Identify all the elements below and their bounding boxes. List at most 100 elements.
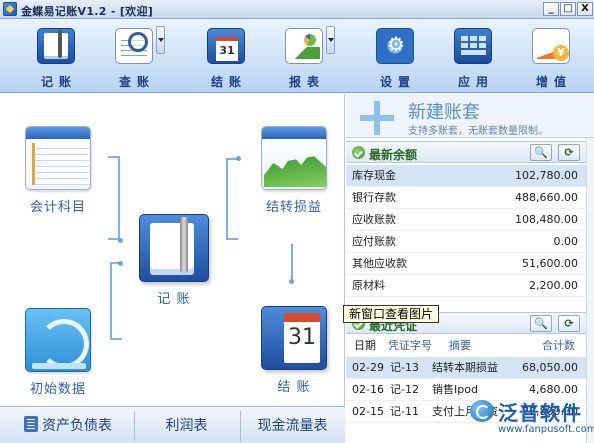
balance-account: 应付账款 bbox=[352, 235, 396, 248]
balance-account: 库存现金 bbox=[352, 169, 396, 182]
new-book-title: 新建账套 bbox=[408, 102, 480, 123]
balances-header: 最新余额 🔍 ⟳ bbox=[346, 141, 594, 163]
chazhang-dropdown-caret[interactable] bbox=[156, 26, 165, 54]
toolbar-yingyong-label: 应用 bbox=[457, 75, 494, 89]
balance-account: 应收账款 bbox=[352, 213, 396, 226]
toolbar-shezhi-label: 设置 bbox=[379, 75, 416, 89]
flow-node-jizhang[interactable]: 记 账 bbox=[134, 214, 214, 307]
tab-income-statement[interactable]: 利润表 bbox=[134, 411, 238, 441]
report-chart-icon bbox=[285, 28, 323, 64]
col-date: 日期 bbox=[354, 339, 376, 352]
brand-watermark: 泛普软件 www.fanpusoft.com bbox=[470, 394, 594, 443]
flow-node-jiezhang-label: 结 账 bbox=[277, 380, 311, 395]
brand-name: 泛普软件 bbox=[498, 401, 582, 425]
main-toolbar: 记账 查账 结账 报表 设置 应用 增值 bbox=[0, 19, 594, 93]
vouchers-search-button[interactable]: 🔍 bbox=[530, 315, 552, 332]
balances-refresh-button[interactable]: ⟳ bbox=[558, 144, 580, 161]
ledger-pen-icon bbox=[139, 214, 209, 282]
balance-value: 51,600.00 bbox=[522, 257, 578, 270]
calendar-icon: 31 bbox=[261, 306, 327, 370]
toolbar-jizhang-button[interactable]: 记账 bbox=[23, 25, 89, 89]
calendar-icon bbox=[207, 28, 245, 64]
growth-yen-icon bbox=[532, 28, 570, 64]
workflow-panel: 会计科目 结转损益 记 账 初始数据 31 结 账 bbox=[0, 94, 345, 406]
toolbar-jiezhang-label: 结账 bbox=[210, 75, 247, 89]
connector-dot bbox=[118, 238, 123, 243]
window-title: 金蝶易记账V1.2 - [欢迎] bbox=[21, 5, 154, 18]
close-button[interactable]: X bbox=[577, 2, 593, 16]
toolbar-zengzhi-button[interactable]: 增值 bbox=[518, 25, 584, 89]
voucher-total: 68,050.00 bbox=[522, 361, 578, 374]
toolbar-yingyong-button[interactable]: 应用 bbox=[440, 25, 506, 89]
connector-jizhang-chushi bbox=[110, 262, 122, 340]
flow-node-jiezhang[interactable]: 31 结 账 bbox=[254, 306, 334, 395]
maximize-button[interactable]: □ bbox=[560, 2, 576, 16]
refresh-data-icon bbox=[25, 308, 91, 372]
toolbar-shezhi-button[interactable]: 设置 bbox=[362, 25, 428, 89]
connector-kemu-jizhang bbox=[108, 156, 120, 240]
new-book-banner[interactable]: 新建账套 支持多账套，无账套数量限制。 bbox=[346, 94, 594, 138]
tab-balance-sheet[interactable]: 资产负债表 bbox=[4, 411, 132, 441]
toolbar-baobiao-label: 报表 bbox=[288, 75, 325, 89]
baobiao-dropdown-caret[interactable] bbox=[326, 26, 335, 54]
vouchers-refresh-button[interactable]: ⟳ bbox=[558, 315, 580, 332]
connector-dot bbox=[289, 279, 294, 284]
title-bar: 金蝶易记账V1.2 - [欢迎] _ □ X bbox=[0, 0, 594, 19]
balances-title: 最新余额 bbox=[369, 148, 418, 162]
info-panel: 新建账套 支持多账套，无账套数量限制。 最新余额 🔍 ⟳ 库存现金 102,78… bbox=[346, 94, 594, 443]
toolbar-zengzhi-label: 增值 bbox=[535, 75, 572, 89]
brand-url: www.fanpusoft.com bbox=[498, 424, 594, 435]
voucher-row[interactable]: 02-29 记-13 结转本期损益 68,050.00 bbox=[346, 357, 586, 379]
balance-row[interactable]: 其他应收款 51,600.00 bbox=[346, 253, 586, 275]
toolbar-chazhang-label: 查账 bbox=[118, 75, 155, 89]
voucher-no: 记-11 bbox=[390, 405, 419, 418]
connector-dot bbox=[236, 156, 241, 161]
voucher-date: 02-15 bbox=[352, 405, 384, 418]
flow-node-kemu[interactable]: 会计科目 bbox=[18, 126, 98, 215]
col-summary: 摘要 bbox=[449, 339, 471, 352]
col-total: 合计数 bbox=[542, 339, 575, 352]
tab-income-statement-label: 利润表 bbox=[165, 418, 208, 434]
minimize-button[interactable]: _ bbox=[543, 2, 559, 16]
balance-value: 108,480.00 bbox=[515, 213, 578, 226]
flow-node-jizhang-label: 记 账 bbox=[157, 292, 191, 307]
connector-dot bbox=[118, 261, 123, 266]
ledger-pen-icon bbox=[37, 28, 75, 64]
balance-account: 银行存款 bbox=[352, 191, 396, 204]
new-book-subtitle: 支持多账套，无账套数量限制。 bbox=[408, 126, 548, 137]
balance-row[interactable]: 原材料 2,200.00 bbox=[346, 275, 586, 297]
toolbar-jiezhang-button[interactable]: 结账 bbox=[193, 25, 259, 89]
plus-icon bbox=[360, 101, 394, 135]
toolbar-jizhang-label: 记账 bbox=[40, 75, 77, 89]
flow-node-sunyi-label: 结转损益 bbox=[265, 200, 322, 215]
flow-node-sunyi[interactable]: 结转损益 bbox=[254, 126, 334, 215]
voucher-date: 02-16 bbox=[352, 383, 384, 396]
connector-jizhang-sunyi bbox=[226, 158, 238, 240]
flow-node-chushi[interactable]: 初始数据 bbox=[18, 308, 98, 397]
tab-cash-flow[interactable]: 现金流量表 bbox=[240, 411, 344, 441]
check-circle-icon bbox=[352, 146, 365, 159]
flow-node-chushi-label: 初始数据 bbox=[29, 382, 86, 397]
gear-icon bbox=[376, 28, 415, 64]
balance-row[interactable]: 应付账款 0.00 bbox=[346, 231, 586, 253]
balance-row[interactable]: 应收账款 108,480.00 bbox=[346, 209, 586, 231]
voucher-date: 02-29 bbox=[352, 361, 384, 374]
balances-search-button[interactable]: 🔍 bbox=[530, 144, 552, 161]
balance-value: 0.00 bbox=[553, 235, 579, 248]
balance-account: 原材料 bbox=[352, 279, 385, 292]
balance-value: 488,660.00 bbox=[515, 191, 578, 204]
balance-value: 2,200.00 bbox=[529, 279, 578, 292]
tooltip: 新窗口查看图片 bbox=[343, 305, 440, 323]
balance-row[interactable]: 银行存款 488,660.00 bbox=[346, 187, 586, 209]
voucher-summary: 结转本期损益 bbox=[432, 361, 498, 374]
apps-grid-icon bbox=[454, 28, 492, 64]
chart-of-accounts-icon bbox=[25, 126, 91, 190]
tab-balance-sheet-label: 资产负债表 bbox=[42, 418, 112, 434]
voucher-no: 记-12 bbox=[390, 383, 419, 396]
balance-row[interactable]: 库存现金 102,780.00 bbox=[346, 165, 586, 187]
balance-value: 102,780.00 bbox=[515, 169, 578, 182]
col-voucher-no: 凭证字号 bbox=[388, 339, 432, 352]
balance-account: 其他应收款 bbox=[352, 257, 407, 270]
magnifier-icon bbox=[115, 28, 153, 64]
vouchers-column-headers: 日期 凭证字号 摘要 合计数 bbox=[346, 337, 586, 355]
